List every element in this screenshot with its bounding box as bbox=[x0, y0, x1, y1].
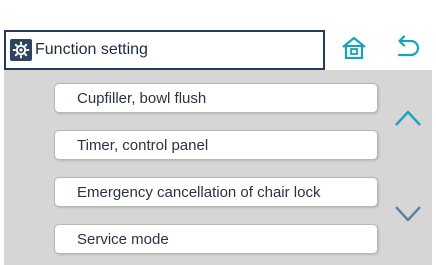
header-bar: Function setting bbox=[4, 30, 432, 70]
menu-button-emergency-cancellation[interactable]: Emergency cancellation of chair lock bbox=[54, 177, 378, 207]
scroll-down-button[interactable] bbox=[390, 198, 426, 234]
menu-button-timer[interactable]: Timer, control panel bbox=[54, 130, 378, 160]
menu-button-label: Cupfiller, bowl flush bbox=[77, 89, 207, 107]
menu-panel: Cupfiller, bowl flush Timer, control pan… bbox=[4, 70, 432, 265]
title-box: Function setting bbox=[4, 30, 325, 70]
menu-button-cupfiller[interactable]: Cupfiller, bowl flush bbox=[54, 83, 378, 113]
menu-button-label: Emergency cancellation of chair lock bbox=[77, 183, 321, 201]
page-title: Function setting bbox=[35, 41, 148, 58]
scroll-up-button[interactable] bbox=[390, 102, 426, 138]
chevron-up-icon bbox=[394, 109, 422, 132]
menu-button-label: Service mode bbox=[77, 230, 169, 248]
back-button[interactable] bbox=[388, 34, 428, 66]
home-button[interactable] bbox=[334, 34, 374, 66]
chevron-down-icon bbox=[394, 205, 422, 228]
menu-button-label: Timer, control panel bbox=[77, 136, 209, 154]
gear-icon bbox=[10, 39, 32, 61]
screen: Function setting Cupfiller, bowl flush T… bbox=[0, 0, 436, 265]
back-arrow-icon bbox=[394, 34, 422, 66]
menu-button-service-mode[interactable]: Service mode bbox=[54, 224, 378, 254]
home-icon bbox=[341, 36, 367, 65]
